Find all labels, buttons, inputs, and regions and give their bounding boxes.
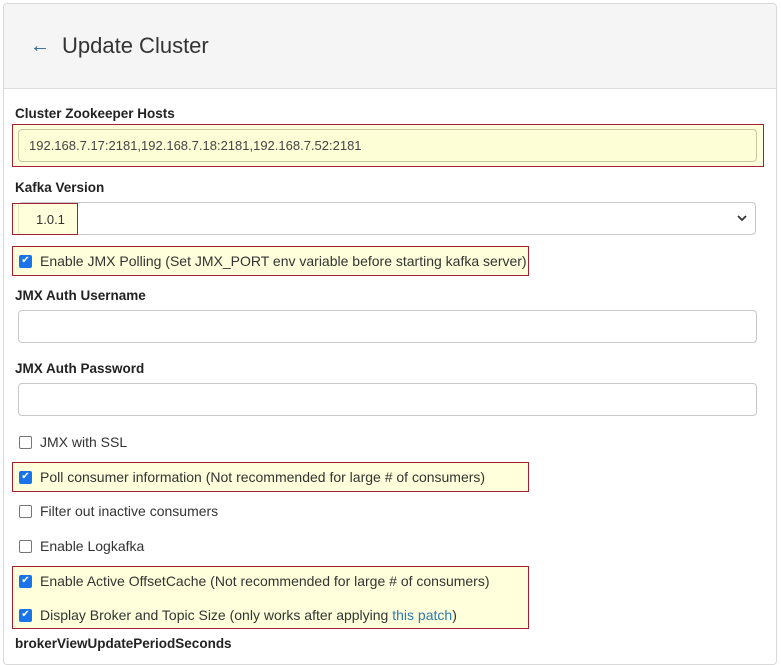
logkafka-label: Enable Logkafka	[40, 538, 145, 554]
checkbox-checked[interactable]: ✔	[19, 254, 32, 268]
checkbox-checked[interactable]: ✔	[19, 470, 32, 484]
kafka-version-value: 1.0.1	[36, 212, 65, 227]
broker-topic-size-label: Display Broker and Topic Size (only work…	[40, 607, 457, 623]
checkbox-unchecked[interactable]	[19, 539, 32, 553]
jmx-ssl-label: JMX with SSL	[40, 434, 128, 450]
broker-view-update-label: brokerViewUpdatePeriodSeconds	[15, 636, 232, 651]
broker-topic-size-label-suffix: )	[452, 607, 457, 623]
zk-hosts-label: Cluster Zookeeper Hosts	[15, 106, 175, 121]
zk-hosts-input[interactable]	[18, 129, 757, 162]
poll-consumer-label: Poll consumer information (Not recommend…	[40, 469, 486, 485]
filter-inactive-checkbox-row[interactable]: Filter out inactive consumers	[19, 503, 218, 519]
card-header: ← Update Cluster	[4, 4, 776, 89]
back-arrow-icon[interactable]: ←	[30, 36, 50, 56]
chevron-down-icon	[737, 215, 747, 222]
jmx-user-input[interactable]	[18, 310, 757, 343]
checkbox-unchecked[interactable]	[19, 435, 32, 449]
broker-topic-size-checkbox-row[interactable]: ✔ Display Broker and Topic Size (only wo…	[19, 607, 457, 623]
this-patch-link[interactable]: this patch	[392, 607, 452, 623]
checkbox-unchecked[interactable]	[19, 504, 32, 518]
jmx-polling-checkbox-row[interactable]: ✔ Enable JMX Polling (Set JMX_PORT env v…	[19, 253, 527, 269]
jmx-ssl-checkbox-row[interactable]: JMX with SSL	[19, 434, 127, 450]
checkbox-checked[interactable]: ✔	[19, 574, 32, 588]
jmx-pass-label: JMX Auth Password	[15, 361, 145, 376]
kafka-version-label: Kafka Version	[15, 180, 105, 195]
page-title: Update Cluster	[62, 33, 209, 58]
kafka-version-select[interactable]	[18, 202, 756, 235]
logkafka-checkbox-row[interactable]: Enable Logkafka	[19, 538, 144, 554]
checkbox-checked[interactable]: ✔	[19, 608, 32, 622]
offset-cache-checkbox-row[interactable]: ✔ Enable Active OffsetCache (Not recomme…	[19, 573, 490, 589]
jmx-polling-label: Enable JMX Polling (Set JMX_PORT env var…	[40, 253, 527, 269]
jmx-user-label: JMX Auth Username	[15, 288, 146, 303]
poll-consumer-checkbox-row[interactable]: ✔ Poll consumer information (Not recomme…	[19, 469, 485, 485]
offset-cache-label: Enable Active OffsetCache (Not recommend…	[40, 573, 490, 589]
filter-inactive-label: Filter out inactive consumers	[40, 503, 219, 519]
broker-topic-size-label-prefix: Display Broker and Topic Size (only work…	[40, 607, 393, 623]
jmx-pass-input[interactable]	[18, 383, 757, 416]
